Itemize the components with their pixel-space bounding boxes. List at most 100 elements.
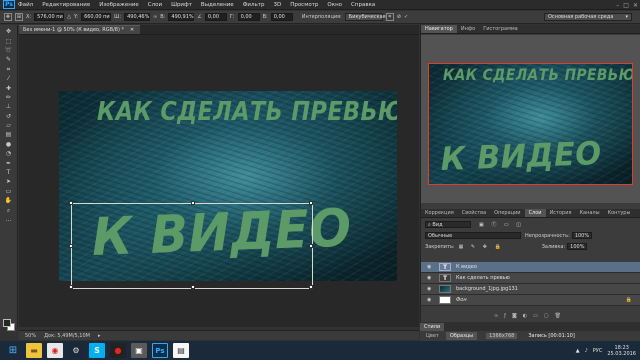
interpolation-select[interactable]: Бикубическая — [344, 13, 386, 21]
windows-start-icon[interactable]: ⊞ — [5, 343, 21, 358]
tab-swatches[interactable]: Образцы — [445, 332, 478, 340]
fx-icon[interactable]: ƒ — [504, 313, 512, 319]
foreground-color-swatch[interactable] — [3, 319, 11, 327]
tab-navigator[interactable]: Навигатор — [421, 25, 457, 33]
tab-paths[interactable]: Контуры — [604, 209, 635, 217]
cancel-transform-icon[interactable]: ⊘ — [397, 14, 401, 20]
tab-info[interactable]: Инфо — [457, 25, 479, 33]
maximize-icon[interactable]: □ — [623, 2, 629, 9]
transform-handle[interactable] — [69, 201, 73, 205]
menu-select[interactable]: Выделение — [201, 2, 234, 8]
menu-type[interactable]: Шрифт — [171, 2, 192, 8]
media-icon[interactable]: ▣ — [131, 343, 147, 358]
new-layer-icon[interactable]: ▢ — [544, 313, 555, 319]
layer-row[interactable]: ◉ T К видео — [421, 262, 640, 273]
status-arrow-icon[interactable]: ▸ — [98, 333, 101, 339]
tab-history[interactable]: История — [546, 209, 576, 217]
relative-icon[interactable]: △ — [67, 14, 71, 20]
steam-icon[interactable]: ⚙ — [68, 343, 84, 358]
folder-icon[interactable]: ▭ — [533, 313, 544, 319]
transform-bounding-box[interactable] — [69, 201, 313, 289]
tab-color[interactable]: Цвет — [422, 332, 443, 340]
skype-icon[interactable]: S — [89, 343, 105, 358]
menu-edit[interactable]: Редактирование — [42, 2, 90, 8]
eye-icon[interactable]: ◉ — [427, 286, 435, 292]
menu-help[interactable]: Справка — [351, 2, 375, 8]
document-icon[interactable]: ▤ — [173, 343, 189, 358]
move-tool-icon[interactable]: ✥ — [4, 13, 12, 21]
record-icon[interactable]: ● — [110, 343, 126, 358]
commit-transform-icon[interactable]: ✓ — [404, 14, 408, 20]
eye-icon[interactable]: ◉ — [427, 275, 435, 281]
reference-point-icon[interactable]: ⊞ — [15, 13, 23, 21]
tab-adjustments[interactable]: Коррекция — [421, 209, 458, 217]
x-field[interactable]: 576,00 пи — [34, 13, 65, 21]
eye-icon[interactable]: ◉ — [427, 264, 435, 270]
workspace-select[interactable]: Основная рабочая среда ▾ — [544, 13, 632, 21]
pen-tool-icon[interactable]: ✒ — [3, 159, 15, 167]
angle-field[interactable]: 0,00 — [204, 13, 227, 21]
dodge-tool-icon[interactable]: ◔ — [3, 150, 15, 158]
menu-layers[interactable]: Слои — [148, 2, 162, 8]
navigator-preview[interactable]: КАК СДЕЛАТЬ ПРЕВЬЮ К ВИДЕО — [428, 63, 633, 185]
document-tab[interactable]: Без имени-1 @ 50% (К видео, RGB/8) * ✕ — [19, 25, 141, 34]
eyedropper-tool-icon[interactable]: ⁄ — [3, 75, 15, 83]
menu-image[interactable]: Изображение — [99, 2, 139, 8]
photoshop-taskbar-icon[interactable]: Ps — [152, 343, 168, 358]
transform-handle[interactable] — [191, 201, 195, 205]
h-skew-field[interactable]: 0,00 — [237, 13, 260, 21]
shape-tool-icon[interactable]: ▭ — [3, 188, 15, 196]
volume-icon[interactable]: ♪ — [585, 348, 588, 354]
warp-icon[interactable]: ⌗ — [385, 13, 394, 21]
link-layers-icon[interactable]: ∞ — [494, 313, 504, 319]
menu-filter[interactable]: Фильтр — [243, 2, 265, 8]
quick-select-tool-icon[interactable]: ✎ — [3, 56, 15, 64]
gradient-tool-icon[interactable]: ▤ — [3, 131, 15, 139]
layer-row[interactable]: ◉ Фон 🔒 — [421, 295, 640, 306]
file-explorer-icon[interactable]: ▬ — [26, 343, 42, 358]
clone-stamp-tool-icon[interactable]: ⊥ — [3, 103, 15, 111]
transform-handle[interactable] — [309, 244, 313, 248]
type-tool-icon[interactable]: T — [3, 169, 15, 177]
width-field[interactable]: 490,46% — [124, 13, 151, 21]
blur-tool-icon[interactable]: ● — [3, 141, 15, 149]
menu-view[interactable]: Просмотр — [290, 2, 318, 8]
chrome-icon[interactable]: ◉ — [47, 343, 63, 358]
layer-row[interactable]: ◉ background_1jpg.jpg131 — [421, 284, 640, 295]
zoom-level[interactable]: 50% — [25, 333, 36, 339]
fill-field[interactable]: 100% — [567, 243, 588, 250]
menu-window[interactable]: Окно — [327, 2, 342, 8]
tab-layers[interactable]: Слои — [524, 209, 546, 217]
crop-tool-icon[interactable]: ⌗ — [3, 66, 15, 74]
transform-handle[interactable] — [191, 285, 195, 289]
tray-arrow-icon[interactable]: ▲ — [576, 348, 580, 354]
adjustment-icon[interactable]: ◐ — [523, 313, 533, 319]
close-icon[interactable]: ✕ — [633, 2, 638, 9]
eraser-tool-icon[interactable]: ▱ — [3, 122, 15, 130]
clock[interactable]: 18:23 25.03.2016 — [607, 345, 636, 357]
transform-handle[interactable] — [309, 285, 313, 289]
blend-mode-select[interactable]: Обычные — [425, 232, 521, 239]
transform-handle[interactable] — [69, 285, 73, 289]
transform-handle[interactable] — [69, 244, 73, 248]
minimize-icon[interactable]: – — [616, 2, 619, 9]
close-tab-icon[interactable]: ✕ — [130, 27, 134, 33]
eye-icon[interactable]: ◉ — [427, 297, 435, 303]
brush-tool-icon[interactable]: ✏ — [3, 94, 15, 102]
y-field[interactable]: 660,00 пи — [81, 13, 112, 21]
healing-tool-icon[interactable]: ✚ — [3, 84, 15, 92]
mask-icon[interactable]: ◙ — [512, 313, 523, 319]
path-select-tool-icon[interactable]: ➤ — [3, 178, 15, 186]
lasso-tool-icon[interactable]: ➰ — [3, 47, 15, 55]
link-icon[interactable]: ∞ — [153, 14, 157, 20]
tab-histogram[interactable]: Гистограмма — [479, 25, 522, 33]
history-brush-tool-icon[interactable]: ↺ — [3, 113, 15, 121]
height-field[interactable]: 490,91% — [168, 13, 195, 21]
move-tool-icon[interactable]: ✥ — [3, 28, 15, 36]
tab-properties[interactable]: Свойства — [458, 209, 490, 217]
layer-filter-select[interactable]: ⌕ Вид — [425, 221, 471, 228]
layer-filter-icons[interactable]: ▣ Ⓣ ▭ ◫ — [479, 221, 524, 228]
tab-channels[interactable]: Каналы — [575, 209, 603, 217]
lock-icons[interactable]: ▦ ✎ ✥ 🔒 — [459, 244, 504, 250]
zoom-tool-icon[interactable]: ⌕ — [3, 206, 15, 214]
